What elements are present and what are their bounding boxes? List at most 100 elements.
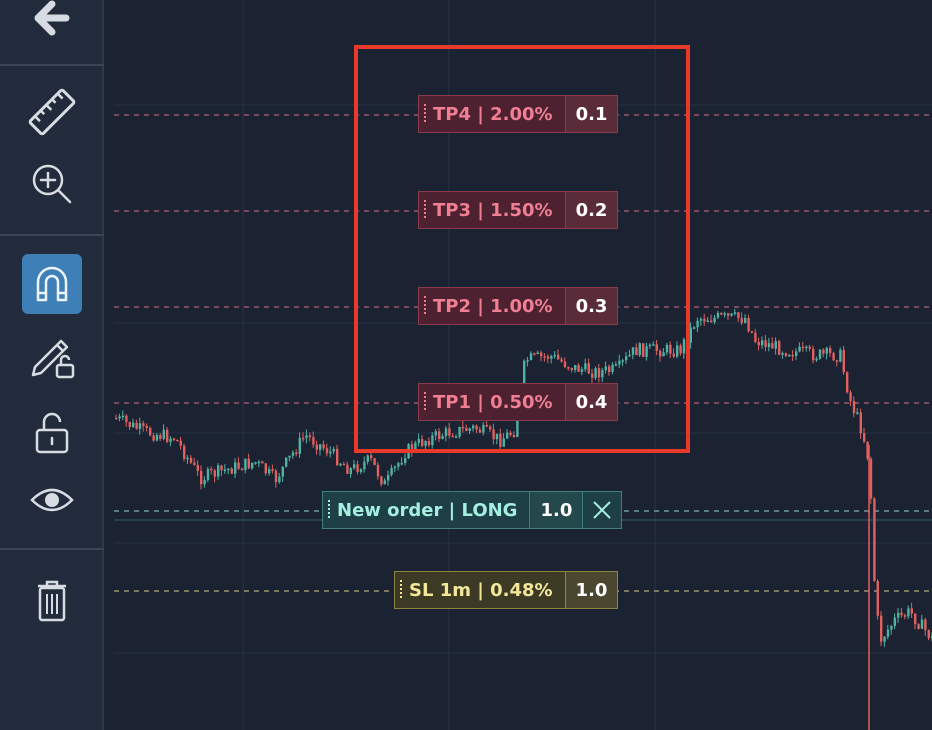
candle-body xyxy=(818,349,822,359)
candle-body xyxy=(815,358,818,361)
candle-body xyxy=(312,437,315,445)
candle-body xyxy=(625,356,628,361)
candle-body xyxy=(927,630,930,639)
candle-body xyxy=(438,431,441,439)
tp2-line-label[interactable]: TP2 | 1.00% 0.3 xyxy=(418,287,619,325)
candle-body xyxy=(135,422,138,429)
candle-body xyxy=(302,437,305,440)
candle-body xyxy=(686,339,689,343)
unlock-icon xyxy=(35,412,69,454)
candle-body xyxy=(737,312,740,319)
candle-body xyxy=(883,636,886,642)
candle-body xyxy=(669,344,672,354)
candle-body xyxy=(886,629,890,637)
candle-body xyxy=(264,463,267,474)
magnet-button[interactable] xyxy=(22,254,82,314)
candle-body xyxy=(247,458,250,469)
close-icon xyxy=(593,501,612,519)
candle-body xyxy=(880,615,883,642)
lock-all-button[interactable] xyxy=(22,402,82,462)
drag-handle[interactable] xyxy=(419,384,431,420)
drag-handle[interactable] xyxy=(419,192,431,228)
candle-body xyxy=(495,433,499,440)
candle-body xyxy=(890,625,893,630)
candle-body xyxy=(563,361,567,368)
tp3-quantity[interactable]: 0.2 xyxy=(564,192,618,228)
candle-body xyxy=(383,480,386,485)
remove-drawings-button[interactable] xyxy=(22,570,82,630)
candle-body xyxy=(869,458,873,499)
zoom-in-button[interactable] xyxy=(22,154,82,214)
tp3-line-label[interactable]: TP3 | 1.50% 0.2 xyxy=(418,191,619,229)
candle-body xyxy=(325,448,329,454)
lock-drawings-button[interactable] xyxy=(22,324,82,384)
candle-body xyxy=(761,340,764,346)
candle-body xyxy=(699,318,703,321)
candle-body xyxy=(502,438,505,447)
sl-quantity[interactable]: 1.0 xyxy=(564,572,618,608)
measure-button[interactable] xyxy=(22,82,82,142)
cancel-order-button[interactable] xyxy=(582,492,622,528)
order-quantity[interactable]: 1.0 xyxy=(529,492,583,528)
drag-handle[interactable] xyxy=(419,288,431,324)
candle-body xyxy=(604,366,607,371)
candle-body xyxy=(499,433,502,447)
tp4-quantity[interactable]: 0.1 xyxy=(564,96,618,132)
candle-body xyxy=(774,341,777,349)
candle-body xyxy=(142,423,145,426)
tp2-label-text: TP2 | 1.00% xyxy=(433,295,553,317)
candle-body xyxy=(652,344,655,346)
drag-handle[interactable] xyxy=(323,492,335,528)
candle-body xyxy=(682,339,686,354)
candle-body xyxy=(533,353,536,355)
candle-body xyxy=(716,313,720,318)
candle-body xyxy=(808,346,811,349)
tp1-quantity[interactable]: 0.4 xyxy=(564,384,618,420)
candle-body xyxy=(631,347,635,355)
candle-body xyxy=(346,464,349,474)
candle-body xyxy=(200,470,203,485)
zoom-in-icon xyxy=(32,164,72,204)
candle-body xyxy=(410,444,414,452)
candle-body xyxy=(557,354,560,360)
candle-body xyxy=(829,348,832,353)
candle-body xyxy=(863,433,866,442)
candle-body xyxy=(268,469,271,474)
candle-body xyxy=(825,348,828,354)
candle-body xyxy=(781,353,784,355)
candle-body xyxy=(801,346,805,349)
candle-body xyxy=(393,466,397,469)
tp2-quantity[interactable]: 0.3 xyxy=(564,288,618,324)
candle-body xyxy=(349,468,352,474)
arrow-left-icon xyxy=(34,0,70,36)
stop-loss-line-label[interactable]: SL 1m | 0.48% 1.0 xyxy=(394,571,619,609)
tp4-line-label[interactable]: TP4 | 2.00% 0.1 xyxy=(418,95,619,133)
candle-body xyxy=(271,469,274,471)
candle-body xyxy=(778,341,781,355)
drag-handle[interactable] xyxy=(395,572,407,608)
candle-body xyxy=(689,327,692,343)
candle-body xyxy=(257,461,261,464)
candle-body xyxy=(315,444,318,450)
candle-body xyxy=(121,415,125,418)
candle-body xyxy=(665,344,669,353)
candle-body xyxy=(608,366,611,372)
candle-body xyxy=(730,313,733,316)
candle-body xyxy=(407,444,410,459)
hide-drawings-button[interactable] xyxy=(22,470,82,530)
candle-body xyxy=(764,340,767,347)
tp1-line-label[interactable]: TP1 | 0.50% 0.4 xyxy=(418,383,619,421)
candle-body xyxy=(638,343,641,356)
candle-body xyxy=(421,439,424,446)
candle-body xyxy=(213,470,216,477)
candle-body xyxy=(574,364,577,370)
new-order-line-label[interactable]: New order | LONG 1.0 xyxy=(322,491,623,529)
candle-body xyxy=(648,344,652,347)
candle-body xyxy=(414,442,417,452)
back-button[interactable] xyxy=(22,0,82,48)
ruler-icon xyxy=(28,88,76,136)
candle-body xyxy=(676,345,679,357)
candle-body xyxy=(920,619,924,629)
candle-body xyxy=(876,580,879,616)
drag-handle[interactable] xyxy=(419,96,431,132)
